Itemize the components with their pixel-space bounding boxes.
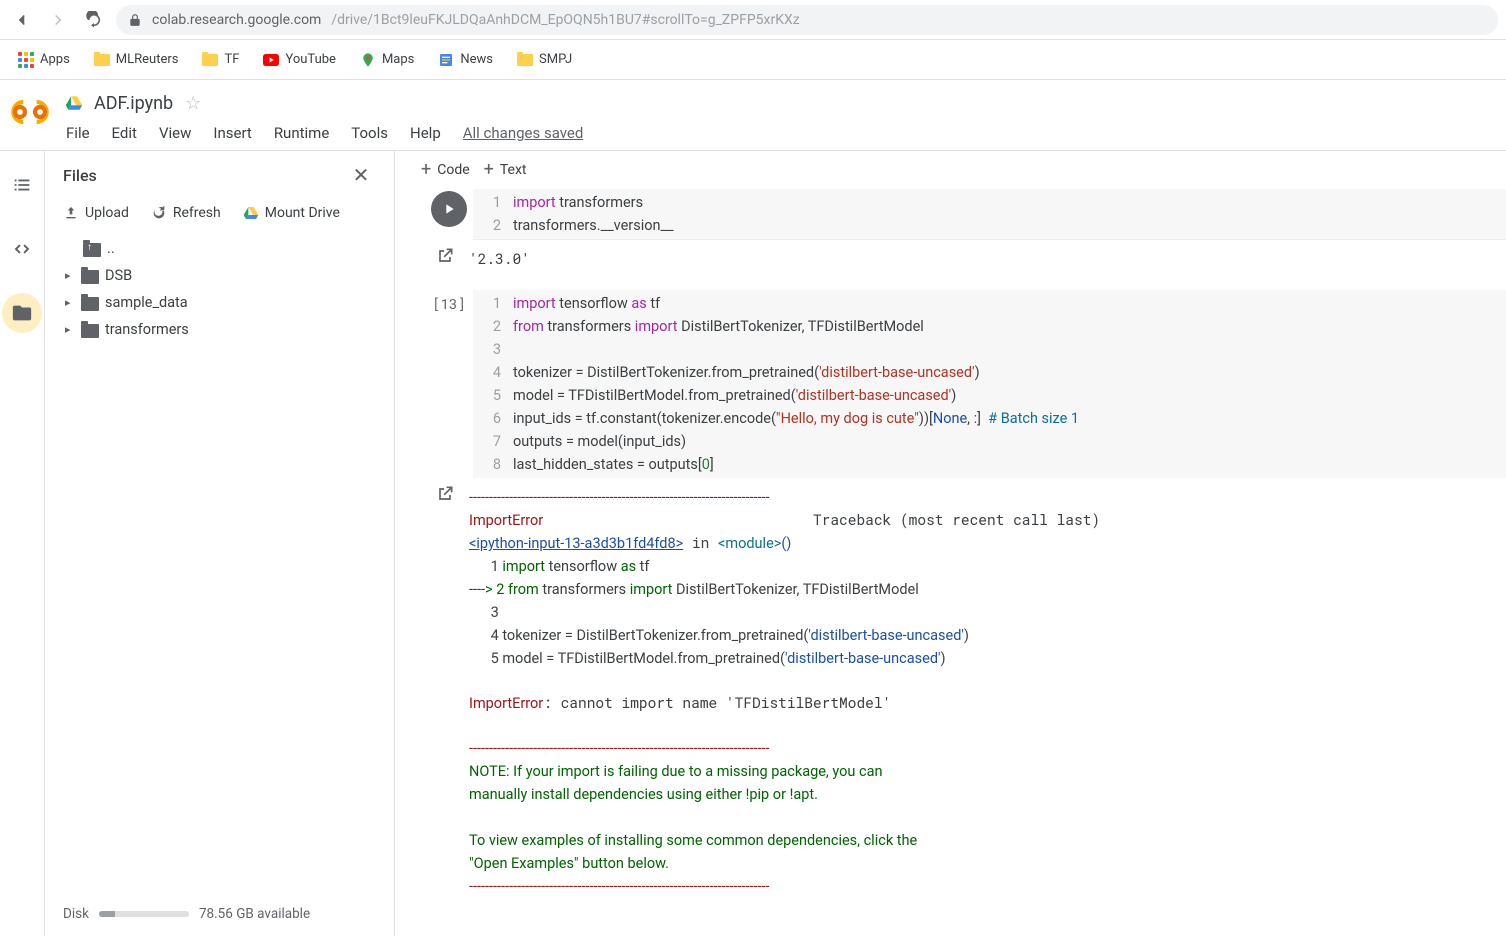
colab-logo [10,92,50,132]
files-panel: Files ✕ Upload Refresh Mount Drive ..▸DS… [45,151,395,936]
bookmark-youtube[interactable]: YouTube [253,48,346,72]
menu-insert[interactable]: Insert [213,124,251,142]
tree-item[interactable]: ▸DSB [55,262,384,289]
save-status: All changes saved [463,124,584,142]
code-editor[interactable]: 1import transformers 2transformers.__ver… [473,189,1506,240]
cell-toolbar: +Code +Text [395,159,1506,189]
folder-icon [81,270,99,284]
notebook-area: +Code +Text 1import transformers 2transf… [395,151,1506,936]
address-bar[interactable]: colab.research.google.com/drive/1Bct9leu… [116,5,1498,35]
forward-button[interactable] [44,6,72,34]
menu-view[interactable]: View [159,124,191,142]
code-cell[interactable]: [13] 1import tensorflow as tf 2from tran… [395,290,1506,478]
colab-header: ADF.ipynb ☆ File Edit View Insert Runtime Too… [0,80,1506,150]
execution-count: [13] [432,292,466,313]
upload-button[interactable]: Upload [63,205,129,221]
url-host: colab.research.google.com [152,12,321,28]
star-icon[interactable]: ☆ [185,93,201,114]
drive-icon [64,94,84,112]
output-icon[interactable] [435,484,455,504]
bookmark-mlreuters[interactable]: MLReuters [84,48,189,72]
add-code-button[interactable]: +Code [421,161,470,179]
refresh-button[interactable]: Refresh [151,205,221,221]
folder-icon [81,324,99,338]
run-cell-button[interactable] [431,191,467,227]
files-tab[interactable] [2,293,42,333]
apps-icon [18,52,34,68]
back-button[interactable] [8,6,36,34]
bookmark-tf[interactable]: TF [192,48,249,72]
output-text: '2.3.0' [469,240,538,278]
bookmark-maps[interactable]: Maps [350,48,424,72]
menu-help[interactable]: Help [410,124,441,142]
menu-runtime[interactable]: Runtime [274,124,329,142]
code-cell[interactable]: 1import transformers 2transformers.__ver… [395,189,1506,240]
expand-arrow-icon[interactable]: ▸ [65,296,75,309]
add-text-button[interactable]: +Text [484,161,527,179]
lock-icon [128,13,142,27]
cell-output: '2.3.0' [395,240,1506,278]
menu-bar: File Edit View Insert Runtime Tools Help All ch… [64,118,1490,150]
code-editor[interactable]: 1import tensorflow as tf 2from transform… [473,290,1506,478]
bookmarks-bar: AppsMLReutersTFYouTubeMapsNewsSMPJ [0,40,1506,80]
folder-icon [83,243,101,257]
menu-file[interactable]: File [66,124,90,142]
folder-icon [94,52,110,68]
menu-tools[interactable]: Tools [351,124,388,142]
folder-icon [517,52,533,68]
toc-tab[interactable] [2,165,42,205]
disk-usage: Disk 78.56 GB available [45,892,394,936]
left-rail [0,151,45,936]
tree-item[interactable]: ▸sample_data [55,289,384,316]
tree-item[interactable]: .. [55,235,384,262]
url-path: /drive/1Bct9leuFKJLDQaAnhDCM_EpOQN5h1BU7… [331,12,799,28]
file-tree: ..▸DSB▸sample_data▸transformers [45,235,394,343]
mount-drive-button[interactable]: Mount Drive [243,205,340,221]
menu-edit[interactable]: Edit [112,124,137,142]
code-tab[interactable] [2,229,42,269]
close-panel-button[interactable]: ✕ [346,163,376,187]
bookmark-smpj[interactable]: SMPJ [507,48,582,72]
tree-item[interactable]: ▸transformers [55,316,384,343]
yt-icon [263,52,279,68]
cell-output: ----------------------------------------… [395,478,1506,906]
news-icon [438,52,454,68]
reload-button[interactable] [80,6,108,34]
expand-arrow-icon[interactable]: ▸ [65,323,75,336]
expand-arrow-icon[interactable]: ▸ [65,269,75,282]
folder-icon [202,52,218,68]
files-title: Files [63,166,97,185]
output-icon[interactable] [435,246,455,266]
doc-title[interactable]: ADF.ipynb [94,93,173,114]
bookmark-apps[interactable]: Apps [8,48,80,72]
folder-icon [81,297,99,311]
error-output: ----------------------------------------… [469,478,1108,906]
maps-icon [360,52,376,68]
browser-toolbar: colab.research.google.com/drive/1Bct9leu… [0,0,1506,40]
bookmark-news[interactable]: News [428,48,503,72]
